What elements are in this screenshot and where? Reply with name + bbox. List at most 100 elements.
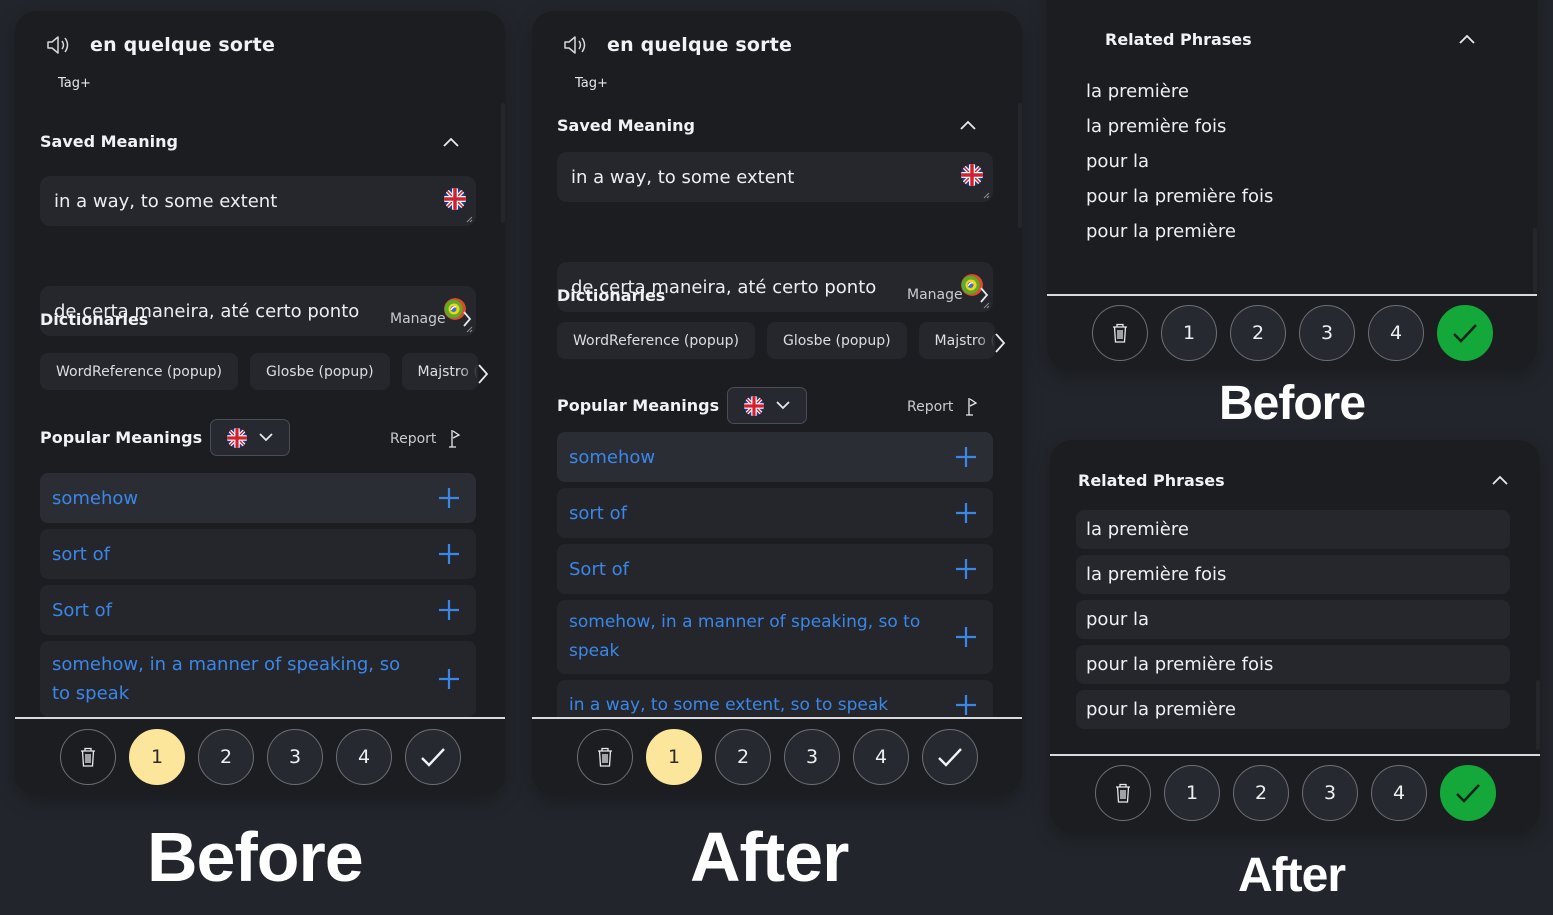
checkmark-icon bbox=[938, 748, 962, 767]
rating-4-button[interactable]: 4 bbox=[336, 729, 392, 785]
popular-meaning-item[interactable]: sort of bbox=[557, 488, 993, 538]
rating-3-button[interactable]: 3 bbox=[1299, 305, 1355, 361]
related-phrase-item[interactable]: pour la bbox=[1086, 144, 1273, 179]
delete-button[interactable] bbox=[1095, 765, 1151, 821]
dictionary-list: WordReference (popup) Glosbe (popup) Maj… bbox=[557, 322, 1007, 359]
rating-1-button[interactable]: 1 bbox=[1161, 305, 1217, 361]
related-phrase-item[interactable]: pour la première bbox=[1086, 214, 1273, 249]
popular-meaning-item[interactable]: somehow, in a manner of speaking, so to … bbox=[557, 600, 993, 674]
chevron-up-icon[interactable] bbox=[1491, 474, 1509, 486]
popular-meaning-item[interactable]: somehow bbox=[557, 432, 993, 482]
dictionary-chip-wordreference[interactable]: WordReference (popup) bbox=[557, 322, 755, 359]
add-meaning-icon[interactable] bbox=[955, 502, 977, 524]
rating-4-button[interactable]: 4 bbox=[1371, 765, 1427, 821]
rating-buttons: 1 2 3 4 bbox=[577, 729, 978, 785]
scrollbar[interactable] bbox=[1533, 228, 1537, 293]
scroll-right-icon[interactable] bbox=[477, 364, 489, 384]
plus-icon: + bbox=[80, 76, 91, 91]
speaker-icon[interactable] bbox=[45, 33, 73, 57]
done-button[interactable] bbox=[405, 729, 461, 785]
dictionary-chip-majstro[interactable]: Majstro (popup) bbox=[918, 322, 995, 359]
delete-button[interactable] bbox=[1092, 305, 1148, 361]
chevron-down-icon bbox=[776, 401, 790, 410]
rating-4-button[interactable]: 4 bbox=[1368, 305, 1424, 361]
flag-icon bbox=[966, 398, 978, 416]
manage-dictionaries-button[interactable]: Manage bbox=[390, 311, 472, 327]
related-phrase-item[interactable]: pour la première fois bbox=[1076, 645, 1510, 684]
chevron-up-icon[interactable] bbox=[1458, 33, 1476, 45]
related-phrase-item[interactable]: la première bbox=[1086, 74, 1273, 109]
after-related-phrases-card: Related Phrases la première la première … bbox=[1050, 440, 1540, 832]
add-meaning-icon[interactable] bbox=[438, 599, 460, 621]
resize-handle-icon[interactable] bbox=[983, 192, 990, 199]
add-meaning-icon[interactable] bbox=[955, 626, 977, 648]
speaker-icon[interactable] bbox=[562, 33, 590, 57]
add-meaning-icon[interactable] bbox=[438, 543, 460, 565]
language-select[interactable] bbox=[210, 419, 290, 456]
related-phrases-list: la première la première fois pour la pou… bbox=[1086, 74, 1273, 249]
trash-icon bbox=[1113, 323, 1127, 343]
language-select[interactable] bbox=[727, 387, 807, 424]
related-phrase-item[interactable]: la première fois bbox=[1076, 555, 1510, 594]
related-phrase-item[interactable]: la première bbox=[1076, 510, 1510, 549]
add-tag-button[interactable]: Tag+ bbox=[58, 76, 91, 91]
add-tag-button[interactable]: Tag+ bbox=[575, 76, 608, 91]
add-meaning-icon[interactable] bbox=[438, 487, 460, 509]
before-caption: Before bbox=[1219, 377, 1366, 430]
add-meaning-icon[interactable] bbox=[955, 558, 977, 580]
done-button[interactable] bbox=[1440, 765, 1496, 821]
footer-divider bbox=[532, 717, 1022, 719]
delete-button[interactable] bbox=[577, 729, 633, 785]
related-phrase-item[interactable]: pour la première bbox=[1076, 690, 1510, 729]
related-phrase-item[interactable]: pour la première fois bbox=[1086, 179, 1273, 214]
dictionary-chip-majstro[interactable]: Majstro (popup) bbox=[401, 353, 478, 390]
related-phrase-item[interactable]: pour la bbox=[1076, 600, 1510, 639]
dictionary-chip-glosbe[interactable]: Glosbe (popup) bbox=[766, 322, 907, 359]
dictionary-chip-wordreference[interactable]: WordReference (popup) bbox=[40, 353, 238, 390]
rating-1-button[interactable]: 1 bbox=[1164, 765, 1220, 821]
rating-1-button[interactable]: 1 bbox=[646, 729, 702, 785]
rating-1-button[interactable]: 1 bbox=[129, 729, 185, 785]
manage-dictionaries-button[interactable]: Manage bbox=[907, 287, 989, 303]
before-caption: Before bbox=[147, 818, 364, 896]
rating-2-button[interactable]: 2 bbox=[715, 729, 771, 785]
after-caption: After bbox=[1238, 849, 1346, 902]
rating-4-button[interactable]: 4 bbox=[853, 729, 909, 785]
popular-meaning-item[interactable]: Sort of bbox=[40, 585, 476, 635]
scrollbar[interactable] bbox=[1536, 680, 1540, 750]
resize-handle-icon[interactable] bbox=[466, 216, 473, 223]
rating-2-button[interactable]: 2 bbox=[1233, 765, 1289, 821]
delete-button[interactable] bbox=[60, 729, 116, 785]
related-phrase-item[interactable]: la première fois bbox=[1086, 109, 1273, 144]
related-phrases-title: Related Phrases bbox=[1105, 30, 1252, 49]
done-button[interactable] bbox=[922, 729, 978, 785]
resize-handle-icon[interactable] bbox=[983, 302, 990, 309]
rating-3-button[interactable]: 3 bbox=[1302, 765, 1358, 821]
report-button[interactable]: Report bbox=[907, 397, 979, 417]
related-phrases-title: Related Phrases bbox=[1078, 471, 1225, 490]
resize-handle-icon[interactable] bbox=[466, 326, 473, 333]
rating-3-button[interactable]: 3 bbox=[267, 729, 323, 785]
add-meaning-icon[interactable] bbox=[955, 446, 977, 468]
popular-meaning-item[interactable]: sort of bbox=[40, 529, 476, 579]
add-meaning-icon[interactable] bbox=[438, 668, 460, 690]
scrollbar[interactable] bbox=[1018, 103, 1022, 228]
rating-2-button[interactable]: 2 bbox=[1230, 305, 1286, 361]
chevron-up-icon[interactable] bbox=[442, 136, 460, 148]
report-button[interactable]: Report bbox=[390, 429, 462, 449]
done-button[interactable] bbox=[1437, 305, 1493, 361]
dictionary-chip-glosbe[interactable]: Glosbe (popup) bbox=[249, 353, 390, 390]
popular-meaning-item[interactable]: Sort of bbox=[557, 544, 993, 594]
english-meaning-field[interactable]: in a way, to some extent bbox=[557, 152, 993, 202]
rating-3-button[interactable]: 3 bbox=[784, 729, 840, 785]
after-word-card: en quelque sorte Tag+ Saved Meaning in a… bbox=[532, 11, 1022, 795]
scroll-right-icon[interactable] bbox=[994, 333, 1006, 353]
english-meaning-field[interactable]: in a way, to some extent bbox=[40, 176, 476, 226]
add-meaning-icon[interactable] bbox=[955, 694, 977, 716]
chevron-up-icon[interactable] bbox=[959, 119, 977, 131]
rating-2-button[interactable]: 2 bbox=[198, 729, 254, 785]
saved-meaning-title: Saved Meaning bbox=[40, 132, 178, 151]
popular-meaning-item[interactable]: somehow, in a manner of speaking, so to … bbox=[40, 641, 476, 717]
scrollbar[interactable] bbox=[501, 103, 505, 223]
popular-meaning-item[interactable]: somehow bbox=[40, 473, 476, 523]
